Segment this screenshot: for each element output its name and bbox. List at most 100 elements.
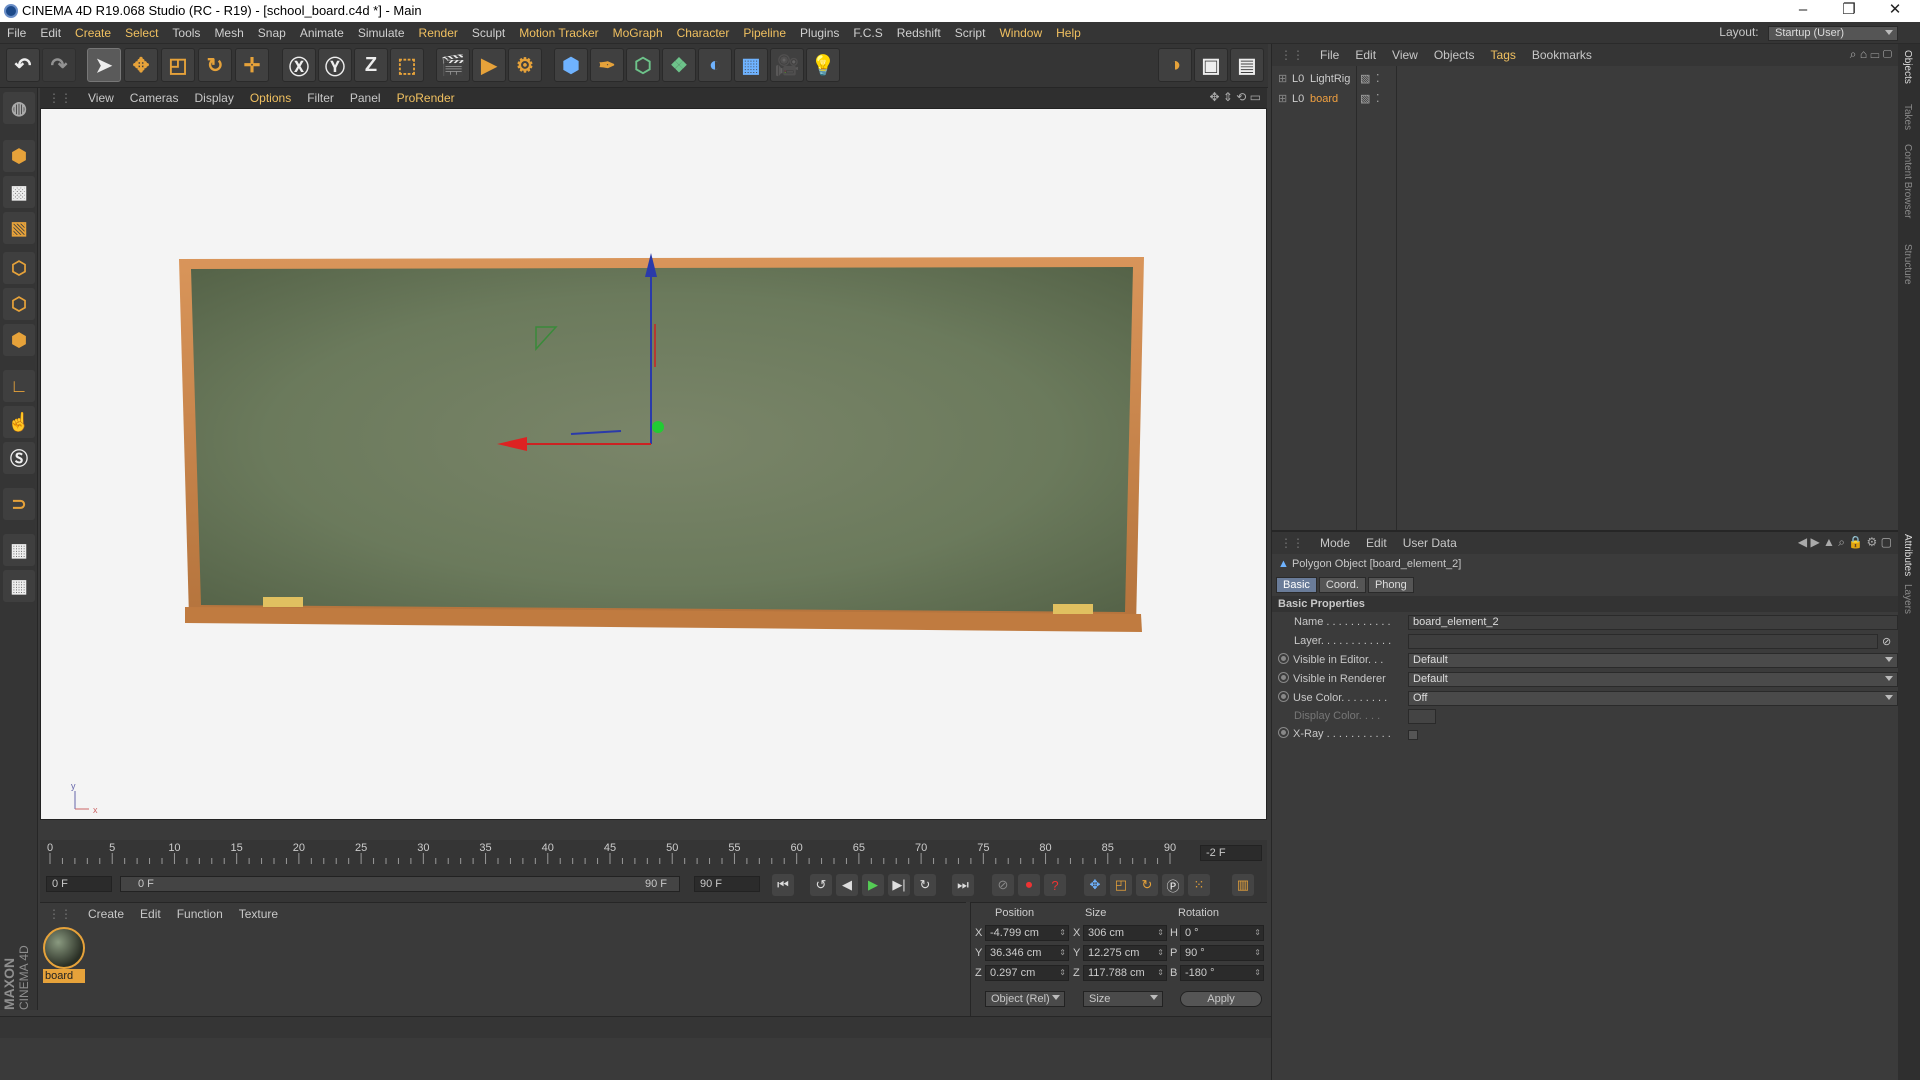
- apply-button[interactable]: Apply: [1180, 991, 1262, 1007]
- go-to-start-icon[interactable]: ⏮: [772, 874, 794, 896]
- maximize-button[interactable]: ❐: [1826, 0, 1872, 22]
- object-row[interactable]: ⊞ L0 LightRig ▧ ⁚: [1272, 70, 1899, 88]
- position-field[interactable]: -4.799 cm ⇕: [985, 925, 1069, 941]
- redo-icon[interactable]: ↷: [42, 48, 76, 82]
- size-mode-dropdown[interactable]: Size: [1083, 991, 1163, 1007]
- deformer-icon[interactable]: ◐: [698, 48, 732, 82]
- panel-grip-icon[interactable]: ⋮⋮: [40, 88, 80, 108]
- camera-icon[interactable]: 🎥: [770, 48, 804, 82]
- workplane-lock-icon[interactable]: ▦: [3, 534, 35, 566]
- subdivision-surface-icon[interactable]: ⬡: [626, 48, 660, 82]
- visibility-dots-icon[interactable]: ⁚: [1376, 90, 1380, 108]
- menu-simulate[interactable]: Simulate: [351, 22, 412, 44]
- animate-radio-icon[interactable]: [1278, 672, 1289, 683]
- spinner-icon[interactable]: ⇕: [1059, 966, 1066, 980]
- menu-file[interactable]: File: [0, 22, 33, 44]
- minimize-button[interactable]: –: [1780, 0, 1826, 22]
- object-menu-objects[interactable]: Objects: [1426, 44, 1483, 66]
- menu-sculpt[interactable]: Sculpt: [465, 22, 512, 44]
- planar-workplane-icon[interactable]: ▦: [3, 570, 35, 602]
- size-field[interactable]: 117.788 cm ⇕: [1083, 965, 1167, 981]
- layer-tag-icon[interactable]: ▧: [1360, 90, 1370, 108]
- next-key-icon[interactable]: ↻: [914, 874, 936, 896]
- visible-editor-dropdown[interactable]: Default: [1408, 653, 1898, 668]
- object-menu-view[interactable]: View: [1384, 44, 1426, 66]
- coord-mode-dropdown[interactable]: Object (Rel): [985, 991, 1065, 1007]
- menu-snap[interactable]: Snap: [251, 22, 293, 44]
- move-tool-icon[interactable]: ✥: [124, 48, 158, 82]
- object-row[interactable]: ⊞ L0 board ▧ ⁚: [1272, 90, 1899, 108]
- tweak-mode-icon[interactable]: ☝: [3, 406, 35, 438]
- redshift-icon[interactable]: ◑: [1158, 48, 1192, 82]
- spinner-icon[interactable]: ⇕: [1157, 946, 1164, 960]
- rotation-field[interactable]: -180 ° ⇕: [1180, 965, 1264, 981]
- size-field[interactable]: 12.275 cm ⇕: [1083, 945, 1167, 961]
- material-item[interactable]: board: [43, 927, 85, 983]
- object-menu-tags[interactable]: Tags: [1483, 44, 1524, 66]
- position-field[interactable]: 36.346 cm ⇕: [985, 945, 1069, 961]
- motion-record-icon[interactable]: ⊘: [992, 874, 1014, 896]
- name-field[interactable]: board_element_2: [1408, 615, 1898, 630]
- animate-radio-icon[interactable]: [1278, 653, 1289, 664]
- menu-create[interactable]: Create: [68, 22, 118, 44]
- autokey-icon[interactable]: ?: [1044, 874, 1066, 896]
- layer-tag-icon[interactable]: ▧: [1360, 70, 1370, 88]
- layout-selector[interactable]: Layout: Startup (User): [1719, 25, 1898, 41]
- end-frame-field[interactable]: 90 F: [694, 876, 760, 892]
- expand-icon[interactable]: ⊞: [1278, 70, 1287, 88]
- render-view-icon[interactable]: 🎬: [436, 48, 470, 82]
- menu-pipeline[interactable]: Pipeline: [736, 22, 793, 44]
- play-icon[interactable]: ▶: [862, 874, 884, 896]
- material-menu-function[interactable]: Function: [169, 903, 231, 925]
- object-name[interactable]: board: [1310, 90, 1338, 108]
- material-menu-create[interactable]: Create: [80, 903, 132, 925]
- render-settings-icon[interactable]: ⚙: [508, 48, 542, 82]
- side-tab-content-browser[interactable]: Content Browser: [1902, 144, 1913, 218]
- display-color-swatch[interactable]: [1408, 709, 1436, 724]
- material-menu-texture[interactable]: Texture: [231, 903, 286, 925]
- scale-tool-icon[interactable]: ◰: [161, 48, 195, 82]
- viewport-menu-filter[interactable]: Filter: [299, 88, 342, 108]
- material-menu-edit[interactable]: Edit: [132, 903, 169, 925]
- animate-radio-icon[interactable]: [1278, 691, 1289, 702]
- previous-key-icon[interactable]: ↺: [810, 874, 832, 896]
- animate-radio-icon[interactable]: [1278, 727, 1289, 738]
- attribute-nav-icons[interactable]: ◀ ▶ ▲ ⌕ 🔒 ⚙ ▢: [1798, 535, 1892, 550]
- viewport-menu-panel[interactable]: Panel: [342, 88, 389, 108]
- object-menu-edit[interactable]: Edit: [1347, 44, 1384, 66]
- spinner-icon[interactable]: ⇕: [1157, 926, 1164, 940]
- visibility-dots-icon[interactable]: ⁚: [1376, 70, 1380, 88]
- tab-phong[interactable]: Phong: [1367, 577, 1414, 593]
- menu-render[interactable]: Render: [412, 22, 465, 44]
- viewport-nav-icons[interactable]: ✥ ⇕ ⟲ ▭: [1209, 90, 1261, 104]
- xray-checkbox[interactable]: [1408, 730, 1418, 740]
- spinner-icon[interactable]: ⇕: [1254, 966, 1261, 980]
- viewport-menu-view[interactable]: View: [80, 88, 122, 108]
- magnet-icon[interactable]: ⊃: [3, 488, 35, 520]
- object-menu-file[interactable]: File: [1312, 44, 1347, 66]
- 3d-viewport[interactable]: y x: [40, 108, 1267, 820]
- timeline-ruler[interactable]: 0 5 10 15 20 25 30 35 40 45 50 55 60 65 70 75 80 85 90 -2 …: [40, 840, 1267, 866]
- side-tab-takes[interactable]: Takes: [1902, 104, 1913, 130]
- menu-tools[interactable]: Tools: [165, 22, 207, 44]
- spinner-icon[interactable]: ⇕: [1059, 926, 1066, 940]
- object-manager-nav-icons[interactable]: ⌕ ⌂ ▭ ▢: [1850, 47, 1892, 62]
- expand-icon[interactable]: ⊞: [1278, 90, 1287, 108]
- points-mode-icon[interactable]: ⬡: [3, 252, 35, 284]
- layer-field[interactable]: [1408, 634, 1878, 649]
- layer-clear-icon[interactable]: ⊘: [1882, 634, 1891, 651]
- side-tab-structure[interactable]: Structure: [1902, 244, 1913, 285]
- viewport-layout-icon[interactable]: ▤: [1230, 48, 1264, 82]
- side-tab-objects[interactable]: Objects: [1902, 50, 1913, 84]
- rotation-field[interactable]: 0 ° ⇕: [1180, 925, 1264, 941]
- menu-script[interactable]: Script: [948, 22, 993, 44]
- size-field[interactable]: 306 cm ⇕: [1083, 925, 1167, 941]
- attribute-menu-edit[interactable]: Edit: [1358, 532, 1395, 554]
- viewport-menu-prorender[interactable]: ProRender: [389, 88, 463, 108]
- menu-motion-tracker[interactable]: Motion Tracker: [512, 22, 605, 44]
- close-button[interactable]: ✕: [1872, 0, 1918, 22]
- workplane-mode-icon[interactable]: ▧: [3, 212, 35, 244]
- rotate-tool-icon[interactable]: ↻: [198, 48, 232, 82]
- go-to-end-icon[interactable]: ⏭: [952, 874, 974, 896]
- chalkboard-surface[interactable]: [191, 267, 1133, 612]
